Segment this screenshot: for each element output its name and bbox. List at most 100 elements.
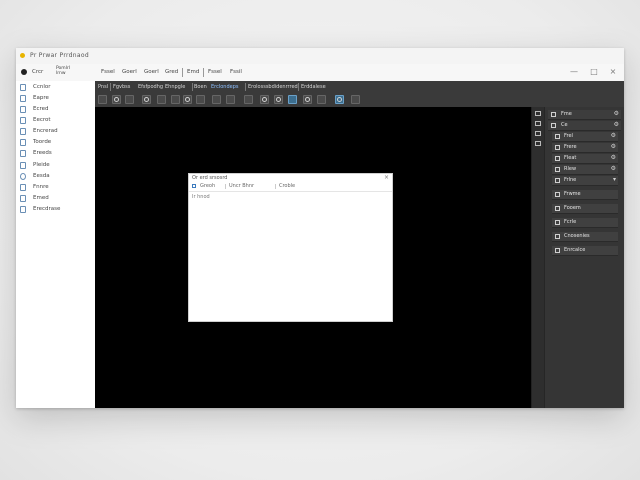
transform-tool-icon[interactable] <box>244 95 253 104</box>
tab-2[interactable]: Efsfpodhg <box>138 83 163 91</box>
maximize-button[interactable]: □ <box>588 66 600 78</box>
logo-icon <box>21 69 27 75</box>
gear-icon[interactable]: ⚙ <box>611 143 616 150</box>
panel-subrow-3[interactable]: Cnosenies <box>552 232 618 242</box>
eyedropper-tool-icon[interactable] <box>212 95 221 104</box>
tab-0[interactable]: Pnsl <box>98 83 108 91</box>
gear-icon[interactable]: ⚙ <box>611 165 616 172</box>
tab-5-active[interactable]: Erclondeps <box>211 83 239 91</box>
image-icon <box>20 117 26 124</box>
close-button[interactable]: × <box>607 66 619 78</box>
layer-tool-icon[interactable] <box>288 95 297 104</box>
hand-tool-icon[interactable] <box>274 95 283 104</box>
menu-divider <box>203 68 204 77</box>
document-close-icon[interactable]: × <box>384 174 389 181</box>
gear-icon[interactable]: ⚙ <box>611 154 616 161</box>
adjust-tool-icon[interactable] <box>317 95 326 104</box>
gear-icon[interactable]: ⚙ <box>614 110 619 117</box>
editor-toolbar: Pnsl Fgvbss Efsfpodhg Ehnpgle Boen Erclo… <box>95 81 624 107</box>
document-toolbar-divider <box>275 184 276 189</box>
tab-6[interactable]: Erolosssbdidenrrred <box>248 83 298 91</box>
document-toolbar-item-1[interactable]: Uncr Bhnr <box>229 183 254 189</box>
menu-item-file[interactable]: Crcr <box>32 69 43 75</box>
sidebar-item-2[interactable]: Ecred <box>20 105 92 115</box>
crop-tool-icon[interactable] <box>157 95 166 104</box>
sidebar-item-1[interactable]: Eapre <box>20 94 92 104</box>
tab-3[interactable]: Ehnpgle <box>165 83 185 91</box>
menu-item-help[interactable]: Fssel <box>208 69 222 75</box>
brush-tool-icon[interactable] <box>125 95 134 104</box>
panel-subrow-label: Fcrle <box>564 219 577 225</box>
menu-item-tools[interactable]: Gred <box>165 69 178 75</box>
gear-icon[interactable]: ⚙ <box>614 121 619 128</box>
sidebar-item-9[interactable]: Fnnre <box>20 183 92 193</box>
menu-item-project[interactable]: Pomlrl lrnw <box>56 66 70 76</box>
export-tool-icon[interactable] <box>351 95 360 104</box>
panel-row-5[interactable]: Rlew ⚙ <box>552 165 618 175</box>
text-tool-icon[interactable] <box>196 95 205 104</box>
document-toolbar-item-2[interactable]: Croble <box>279 183 295 189</box>
shape-tool-icon[interactable] <box>142 95 151 104</box>
zoom-tool-icon[interactable] <box>260 95 269 104</box>
pen-tool-icon[interactable] <box>98 95 107 104</box>
mask-tool-icon[interactable] <box>303 95 312 104</box>
panel-subrow-label: Frwme <box>564 191 581 197</box>
sidebar-item-4[interactable]: Encrerad <box>20 127 92 137</box>
gear-icon[interactable]: ⚙ <box>611 132 616 139</box>
panel-toggle-icon[interactable] <box>535 111 541 116</box>
sidebar-item-label: Emed <box>33 195 49 201</box>
sidebar-item-7[interactable]: Pleide <box>20 161 92 171</box>
panel-subrow-4[interactable]: Enrcalce <box>552 246 618 256</box>
sidebar-item-11[interactable]: Erecdrase <box>20 205 92 215</box>
menu-item-extra[interactable]: Fssil <box>230 69 242 75</box>
document-toolbar-item-0[interactable]: Greoh <box>200 183 215 189</box>
panel-row-1[interactable]: Ce ⚙ <box>548 121 621 131</box>
tab-7[interactable]: Erddalese <box>301 83 326 91</box>
rotate-tool-icon[interactable] <box>183 95 192 104</box>
sidebar-item-6[interactable]: Ereeds <box>20 149 92 159</box>
layers-icon[interactable] <box>535 131 541 136</box>
layer-icon <box>555 167 560 172</box>
move-tool-icon[interactable] <box>171 95 180 104</box>
filter-tool-icon[interactable] <box>335 95 344 104</box>
title-bar: Pr Prwar Prrdnaod <box>16 48 624 64</box>
panel-row-0[interactable]: Fme ⚙ <box>548 110 621 120</box>
left-sidebar: Ccnlor Eapre Ecred Eecrot Encrerad Toord… <box>16 81 95 408</box>
menu-item-view-2[interactable]: Goerl <box>144 69 159 75</box>
panel-row-2[interactable]: Frel ⚙ <box>552 132 618 142</box>
grid-icon <box>20 106 26 113</box>
panel-row-6[interactable]: Frlne ▾ <box>552 176 618 186</box>
sidebar-item-0[interactable]: Ccnlor <box>20 83 92 93</box>
panel-subrow-2[interactable]: Fcrle <box>552 218 618 228</box>
fill-tool-icon[interactable] <box>226 95 235 104</box>
document-icon <box>20 195 26 202</box>
history-icon[interactable] <box>535 141 541 146</box>
document-title: Or erd srsosrd <box>192 175 228 181</box>
lasso-tool-icon[interactable] <box>112 95 121 104</box>
tab-4[interactable]: Boen <box>194 83 207 91</box>
sidebar-item-5[interactable]: Toorde <box>20 138 92 148</box>
menu-divider <box>182 68 183 77</box>
layer-icon <box>555 220 560 225</box>
panel-row-3[interactable]: Frere ⚙ <box>552 143 618 153</box>
tab-1[interactable]: Fgvbss <box>113 83 130 91</box>
sidebar-item-10[interactable]: Emed <box>20 194 92 204</box>
panel-subrow-0[interactable]: Frwme <box>552 190 618 200</box>
menu-item-window[interactable]: Emd <box>187 69 199 75</box>
document-window[interactable]: Or erd srsosrd × Greoh Uncr Bhnr Croble … <box>188 173 393 322</box>
canvas-area[interactable]: Or erd srsosrd × Greoh Uncr Bhnr Croble … <box>95 107 531 408</box>
menu-item-view[interactable]: Goerl <box>122 69 137 75</box>
edit-icon[interactable] <box>192 184 196 188</box>
chevron-down-icon[interactable]: ▾ <box>613 176 616 183</box>
sidebar-item-8[interactable]: Eesda <box>20 172 92 182</box>
minimize-button[interactable]: — <box>568 66 580 78</box>
layer-icon <box>551 123 556 128</box>
clock-icon <box>20 173 26 180</box>
sidebar-item-label: Eesda <box>33 173 50 179</box>
panel-row-4[interactable]: Fleat ⚙ <box>552 154 618 164</box>
sidebar-item-3[interactable]: Eecrot <box>20 116 92 126</box>
menu-item-edit[interactable]: Fssel <box>101 69 115 75</box>
panel-subrow-1[interactable]: Fooem <box>552 204 618 214</box>
properties-icon[interactable] <box>535 121 541 126</box>
sidebar-item-label: Pleide <box>33 162 50 168</box>
